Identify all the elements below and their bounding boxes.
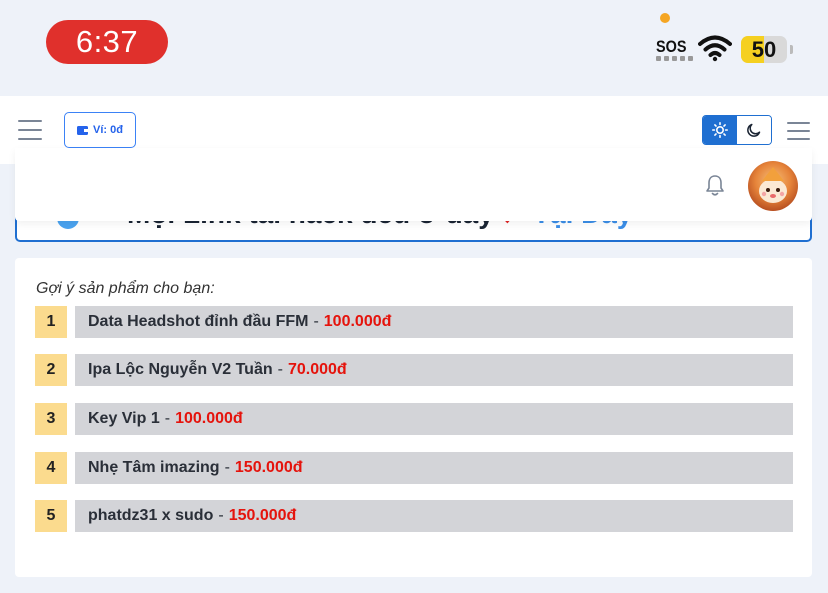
rank-badge: 3 [35, 403, 67, 435]
avatar[interactable] [748, 161, 798, 211]
battery-percent: 50 [751, 36, 777, 62]
rank-badge: 2 [35, 354, 67, 386]
product-row[interactable]: Ipa Lộc Nguyễn V2 Tuần - 70.000đ [75, 354, 793, 386]
bell-icon[interactable] [704, 173, 726, 197]
moon-icon [747, 123, 761, 137]
signal-dots [656, 56, 693, 61]
rank-badge: 4 [35, 452, 67, 484]
product-suggestions-card: Gợi ý sản phẩm cho bạn: 1 Data Headshot … [15, 258, 812, 577]
product-price: 100.000đ [175, 410, 243, 427]
list-item[interactable]: 3 Key Vip 1 - 100.000đ [35, 403, 793, 435]
user-dropdown-panel [15, 148, 812, 221]
dark-mode-button[interactable] [737, 116, 771, 144]
wifi-icon [698, 35, 732, 62]
product-row[interactable]: Key Vip 1 - 100.000đ [75, 403, 793, 435]
status-bar: 6:37 SOS 50 [0, 0, 828, 96]
list-item[interactable]: 5 phatdz31 x sudo - 150.000đ [35, 500, 793, 532]
product-price: 150.000đ [228, 507, 297, 524]
suggestions-title: Gợi ý sản phẩm cho bạn: [36, 280, 215, 297]
privacy-indicator-dot [660, 13, 670, 23]
product-name: Key Vip 1 [88, 410, 160, 427]
battery-icon: 50 [741, 36, 787, 63]
product-name: Nhẹ Tâm imazing [88, 459, 220, 476]
product-name: phatdz31 x sudo [88, 507, 214, 524]
list-item[interactable]: 4 Nhẹ Tâm imazing - 150.000đ [35, 452, 793, 484]
list-item[interactable]: 1 Data Headshot đỉnh đầu FFM - 100.000đ [35, 306, 793, 338]
product-row[interactable]: Data Headshot đỉnh đầu FFM - 100.000đ [75, 306, 793, 338]
sun-icon [712, 122, 728, 138]
rank-badge: 5 [35, 500, 67, 532]
product-price: 100.000đ [323, 313, 392, 330]
right-menu-icon[interactable] [787, 122, 810, 140]
wallet-icon [77, 126, 89, 135]
product-price: 150.000đ [234, 459, 303, 476]
battery-nub [790, 45, 793, 54]
product-price: 70.000đ [287, 361, 347, 378]
product-row[interactable]: phatdz31 x sudo - 150.000đ [75, 500, 793, 532]
theme-toggle[interactable] [702, 115, 772, 145]
separator: - [224, 459, 230, 476]
product-name: Data Headshot đỉnh đầu FFM [88, 313, 309, 330]
menu-icon[interactable] [18, 120, 42, 140]
clock: 6:37 [46, 20, 168, 64]
sos-indicator: SOS [656, 37, 687, 56]
product-name: Ipa Lộc Nguyễn V2 Tuần [88, 361, 273, 378]
wallet-button[interactable]: Ví: 0đ [64, 112, 136, 148]
product-row[interactable]: Nhẹ Tâm imazing - 150.000đ [75, 452, 793, 484]
list-item[interactable]: 2 Ipa Lộc Nguyễn V2 Tuần - 70.000đ [35, 354, 793, 386]
separator: - [164, 410, 171, 427]
separator: - [277, 361, 283, 378]
wallet-balance: Ví: 0đ [93, 124, 123, 136]
avatar-image [759, 167, 787, 203]
separator: - [313, 313, 319, 330]
rank-badge: 1 [35, 306, 67, 338]
separator: - [218, 507, 224, 524]
light-mode-button[interactable] [703, 116, 737, 144]
